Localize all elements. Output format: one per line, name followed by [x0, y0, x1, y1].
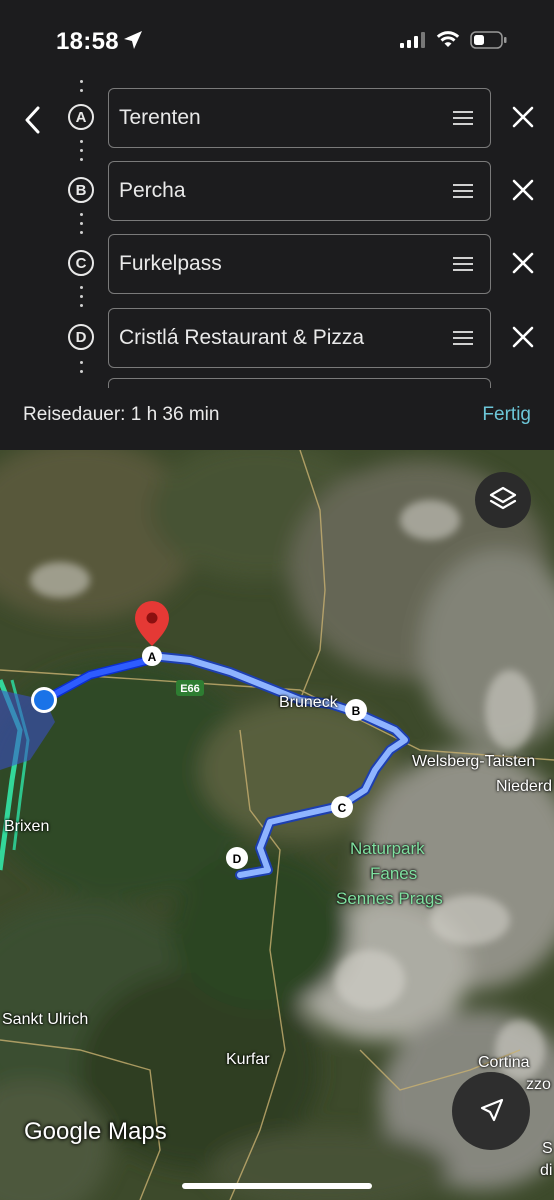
stop-field-d[interactable]: Cristlá Restaurant & Pizza [108, 308, 491, 368]
done-button[interactable]: Fertig [482, 404, 531, 426]
stop-badge-b: B [68, 177, 94, 203]
drag-handle-icon[interactable] [453, 184, 473, 202]
home-indicator[interactable] [182, 1183, 372, 1189]
road-label-e66: E66 [180, 683, 200, 695]
drag-handle-icon[interactable] [453, 331, 473, 349]
place-label-edge-di: di [540, 1162, 553, 1179]
battery-icon [470, 31, 507, 49]
stop-row-d: D Cristlá Restaurant & Pizza [0, 308, 554, 368]
place-label-bruneck: Bruneck [279, 694, 338, 711]
stop-field-b[interactable]: Percha [108, 161, 491, 221]
google-maps-logo: Google Maps [24, 1118, 167, 1145]
drag-handle-icon[interactable] [453, 257, 473, 275]
place-label-niederdorf: Niederd [496, 778, 553, 795]
stop-row-c: C Furkelpass [0, 234, 554, 294]
drag-handle-icon[interactable] [453, 111, 473, 129]
close-icon[interactable] [512, 326, 534, 348]
cellular-signal-icon [400, 32, 425, 48]
route-editor-panel: A Terenten B Percha C Furkelpass D Crist… [0, 80, 554, 450]
stop-row-b: B Percha [0, 161, 554, 221]
location-arrow-icon [124, 31, 142, 49]
svg-text:A: A [148, 650, 157, 664]
stop-badge-a: A [68, 104, 94, 130]
close-icon[interactable] [512, 252, 534, 274]
marker-a[interactable]: A [142, 646, 162, 666]
place-label-edge-s: S [542, 1140, 553, 1157]
place-label-kurfar: Kurfar [226, 1051, 270, 1068]
next-stop-field[interactable] [108, 378, 491, 388]
park-label-line2: Fanes [370, 864, 418, 883]
stop-row-a: A Terenten [0, 88, 554, 148]
stop-badge-c: C [68, 250, 94, 276]
marker-b[interactable]: B [345, 699, 367, 721]
park-label-line1: Naturpark [350, 839, 425, 858]
clock: 18:58 [56, 28, 119, 55]
navigate-button[interactable] [452, 1072, 530, 1150]
stop-name-d: Cristlá Restaurant & Pizza [119, 326, 365, 349]
close-icon[interactable] [512, 106, 534, 128]
layers-icon [489, 486, 517, 510]
map-view[interactable]: E66 A B C D Brixen Bruneck Welsberg-Tais… [0, 450, 554, 1200]
stop-badge-d: D [68, 324, 94, 350]
park-label-line3: Sennes Prags [336, 889, 443, 908]
stop-name-c: Furkelpass [119, 252, 222, 275]
place-label-cortina: Cortina [478, 1054, 530, 1071]
status-icons [400, 30, 508, 50]
marker-d[interactable]: D [226, 847, 248, 869]
place-label-welsberg: Welsberg-Taisten [412, 753, 536, 770]
stop-name-a: Terenten [119, 106, 201, 129]
svg-text:D: D [233, 852, 242, 866]
connector-dots [80, 361, 84, 379]
place-label-sankt-ulrich: Sankt Ulrich [2, 1011, 89, 1028]
close-icon[interactable] [512, 179, 534, 201]
svg-text:C: C [338, 801, 347, 815]
navigation-arrow-icon [480, 1098, 504, 1122]
stop-field-a[interactable]: Terenten [108, 88, 491, 148]
trip-duration: Reisedauer: 1 h 36 min [23, 404, 220, 425]
place-label-brixen: Brixen [4, 818, 50, 835]
stop-name-b: Percha [119, 179, 186, 202]
layers-button[interactable] [475, 472, 531, 528]
marker-c[interactable]: C [331, 796, 353, 818]
svg-text:B: B [352, 704, 361, 718]
status-bar: 18:58 [0, 0, 554, 80]
stop-field-c[interactable]: Furkelpass [108, 234, 491, 294]
wifi-icon [436, 31, 460, 47]
